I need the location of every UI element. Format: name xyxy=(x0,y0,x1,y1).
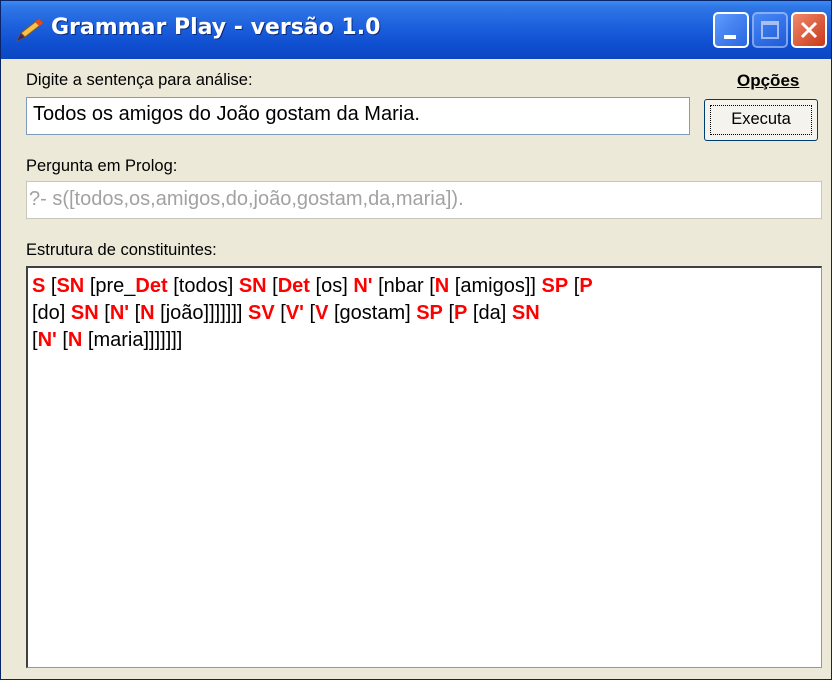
word-text: [gostam] xyxy=(328,302,417,324)
word-text: [ xyxy=(274,302,286,324)
sentence-input[interactable]: Todos os amigos do João gostam da Maria. xyxy=(26,97,690,135)
maximize-icon xyxy=(761,21,779,39)
word-text: [ xyxy=(56,329,68,351)
structure-label: Estrutura de constituintes: xyxy=(26,241,217,259)
word-text: [nbar [ xyxy=(372,275,435,297)
window-title: Grammar Play - versão 1.0 xyxy=(51,15,381,40)
category-label: P xyxy=(579,275,593,297)
word-text: [todos] xyxy=(167,275,239,297)
category-label: P xyxy=(454,302,468,324)
category-label: N' xyxy=(109,302,130,324)
category-label: S xyxy=(32,275,46,297)
app-window: Grammar Play - versão 1.0 Digite a sente… xyxy=(0,0,832,680)
category-label: SN xyxy=(56,275,85,297)
word-text: [ xyxy=(45,275,57,297)
category-label: SN xyxy=(238,275,267,297)
category-label: N' xyxy=(37,329,57,351)
category-label: SV xyxy=(248,302,275,324)
close-icon xyxy=(800,21,818,39)
category-label: SP xyxy=(416,302,443,324)
structure-line: [N' [N [maria]]]]]]] xyxy=(32,327,817,354)
word-text: [amigos]] xyxy=(449,275,542,297)
word-text: [ xyxy=(442,302,455,324)
title-bar[interactable]: Grammar Play - versão 1.0 xyxy=(1,1,831,59)
category-label: SP xyxy=(541,275,569,297)
category-label: Det xyxy=(135,275,168,297)
prolog-label: Pergunta em Prolog: xyxy=(26,157,178,175)
word-text: [joão]]]]]]] xyxy=(154,302,249,324)
execute-button-label: Executa xyxy=(731,110,791,128)
word-text: [maria]]]]]]] xyxy=(82,329,183,351)
word-text: [pre_ xyxy=(84,275,136,297)
word-text: [ xyxy=(303,302,316,324)
sentence-label: Digite a sentença para análise: xyxy=(26,71,253,89)
category-label: Det xyxy=(277,275,310,297)
category-label: N xyxy=(140,302,155,324)
app-pen-icon xyxy=(15,18,44,43)
category-label: V' xyxy=(285,302,304,324)
category-label: N xyxy=(67,329,83,351)
maximize-button[interactable] xyxy=(752,12,788,48)
structure-line: S [SN [pre_Det [todos] SN [Det [os] N' [… xyxy=(32,273,817,300)
minimize-icon xyxy=(724,35,736,39)
category-label: N xyxy=(434,275,450,297)
minimize-button[interactable] xyxy=(713,12,749,48)
word-text: [ xyxy=(266,275,278,297)
word-text: [da] xyxy=(467,302,512,324)
structure-line: [do] SN [N' [N [joão]]]]]]] SV [V' [V [g… xyxy=(32,300,817,327)
execute-button[interactable]: Executa xyxy=(704,99,818,141)
word-text: [ xyxy=(568,275,580,297)
category-label: V xyxy=(315,302,329,324)
close-button[interactable] xyxy=(791,12,827,48)
prolog-query-field[interactable]: ?- s([todos,os,amigos,do,joão,gostam,da,… xyxy=(26,181,822,219)
constituent-structure-output[interactable]: S [SN [pre_Det [todos] SN [Det [os] N' [… xyxy=(26,266,822,668)
word-text: [ xyxy=(98,302,110,324)
options-menu[interactable]: Opções xyxy=(737,71,799,91)
word-text: [do] xyxy=(32,302,71,324)
category-label: N' xyxy=(353,275,373,297)
word-text: [os] xyxy=(309,275,354,297)
category-label: SN xyxy=(511,302,540,324)
word-text: [ xyxy=(129,302,141,324)
category-label: SN xyxy=(70,302,99,324)
